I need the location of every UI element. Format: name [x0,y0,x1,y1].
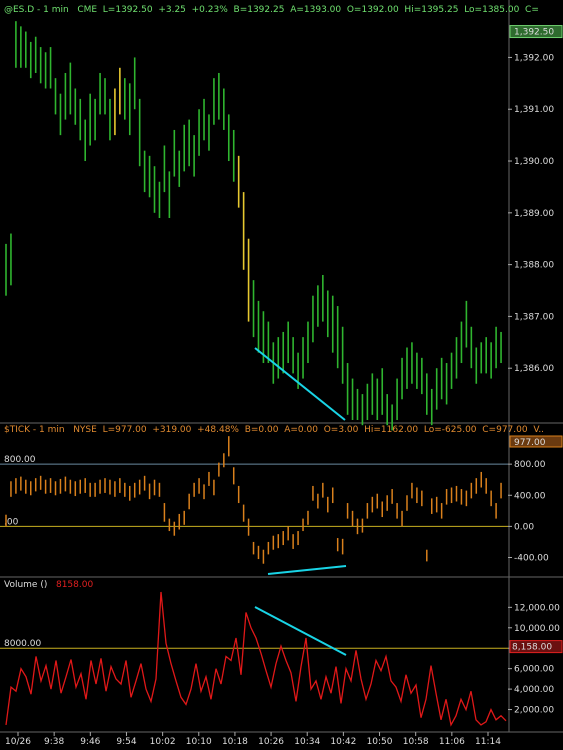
tick-last-badge-label: 977.00 [514,438,546,448]
time-axis-label: 10/26 [5,737,31,747]
price-axis-label: 1,389.00 [514,209,554,219]
volume-axis-label: 6,000.00 [514,665,554,675]
tick-open: O=3.00 [323,425,359,435]
tick-change: +319.00 [152,425,192,435]
volume-axis-label: 2,000.00 [514,706,554,716]
price-last-badge-label: 1,392.50 [514,28,554,38]
tick-trendline [267,565,347,575]
trading-chart-window: 1,392.00 1,391.00 1,390.00 1,389.00 1,388.00… [0,0,563,750]
tick-level-800-label: 800.00 [4,455,36,465]
time-axis-label: 9:46 [80,737,100,747]
price-axis-label: 1,386.00 [514,364,554,374]
volume-title[interactable]: Volume [4,580,37,590]
price-symbol[interactable]: @ES.D - 1 min [4,5,69,15]
price-axis-label: 1,392.00 [514,53,554,63]
price-low: Lo=1385.00 [464,5,520,15]
price-trendline [254,347,346,421]
price-change: +3.25 [158,5,186,15]
time-axis-label: 11:06 [439,737,465,747]
time-axis-label: 11:14 [475,737,501,747]
volume-line [5,591,507,727]
volume-level-label: 8000.00 [4,639,41,649]
tick-axis-label: -400.00 [514,553,549,563]
time-axis-label: 10:58 [403,737,429,747]
price-axis-label: 1,387.00 [514,312,554,322]
tick-exchange: NYSE [73,425,97,435]
price-axis-label: 1,388.00 [514,261,554,271]
price-bid: B=1392.25 [233,5,285,15]
volume-last-badge-label: 8,158.00 [512,643,552,653]
time-axis-label: 9:38 [44,737,64,747]
time-axis-label: 10:42 [330,737,356,747]
tick-high: Hi=1162.00 [364,425,419,435]
tick-pane-header: $TICK - 1 min NYSE L=977.00 +319.00 +48.… [4,425,544,435]
tick-last: L=977.00 [102,425,147,435]
tick-axis-label: 800.00 [514,460,546,470]
volume-axis-label: 12,000.00 [514,603,560,613]
price-close: C= [525,5,539,15]
price-open: O=1392.00 [346,5,399,15]
time-axis-label: 10:18 [222,737,248,747]
tick-symbol[interactable]: $TICK - 1 min [4,425,65,435]
volume-axis-label: 10,000.00 [514,624,560,634]
volume-axis-label: 4,000.00 [514,685,554,695]
price-high: Hi=1395.25 [404,5,459,15]
time-axis-label: 10:50 [367,737,393,747]
volume-pane-header: Volume () 8158.00 [4,580,93,590]
price-axis-label: 1,391.00 [514,105,554,115]
tick-ask: A=0.00 [284,425,318,435]
tick-close: C=977.00 [482,425,528,435]
time-axis-label: 10:02 [150,737,176,747]
tick-axis-label: 0.00 [514,522,534,532]
chart-canvas: 1,392.00 1,391.00 1,390.00 1,389.00 1,388.00… [0,0,563,747]
price-change-pct: +0.23% [191,5,228,15]
tick-low: Lo=-625.00 [423,425,477,435]
volume-parens: () [40,580,48,590]
volume-value: 8158.00 [55,580,94,590]
tick-more: V.. [533,425,545,435]
price-ask: A=1393.00 [290,5,342,15]
time-axis-label: 9:54 [116,737,136,747]
time-axis-label: 10:34 [294,737,320,747]
price-pane-header: @ES.D - 1 min CME L=1392.50 +3.25 +0.23%… [4,5,539,15]
tick-bid: B=0.00 [244,425,279,435]
time-axis-label: 10:26 [258,737,284,747]
price-exchange: CME [77,5,98,15]
tick-axis-label: 400.00 [514,491,546,501]
time-axis-label: 10:10 [186,737,212,747]
price-axis-label: 1,390.00 [514,157,554,167]
price-last: L=1392.50 [102,5,153,15]
tick-change-pct: +48.48% [197,425,239,435]
